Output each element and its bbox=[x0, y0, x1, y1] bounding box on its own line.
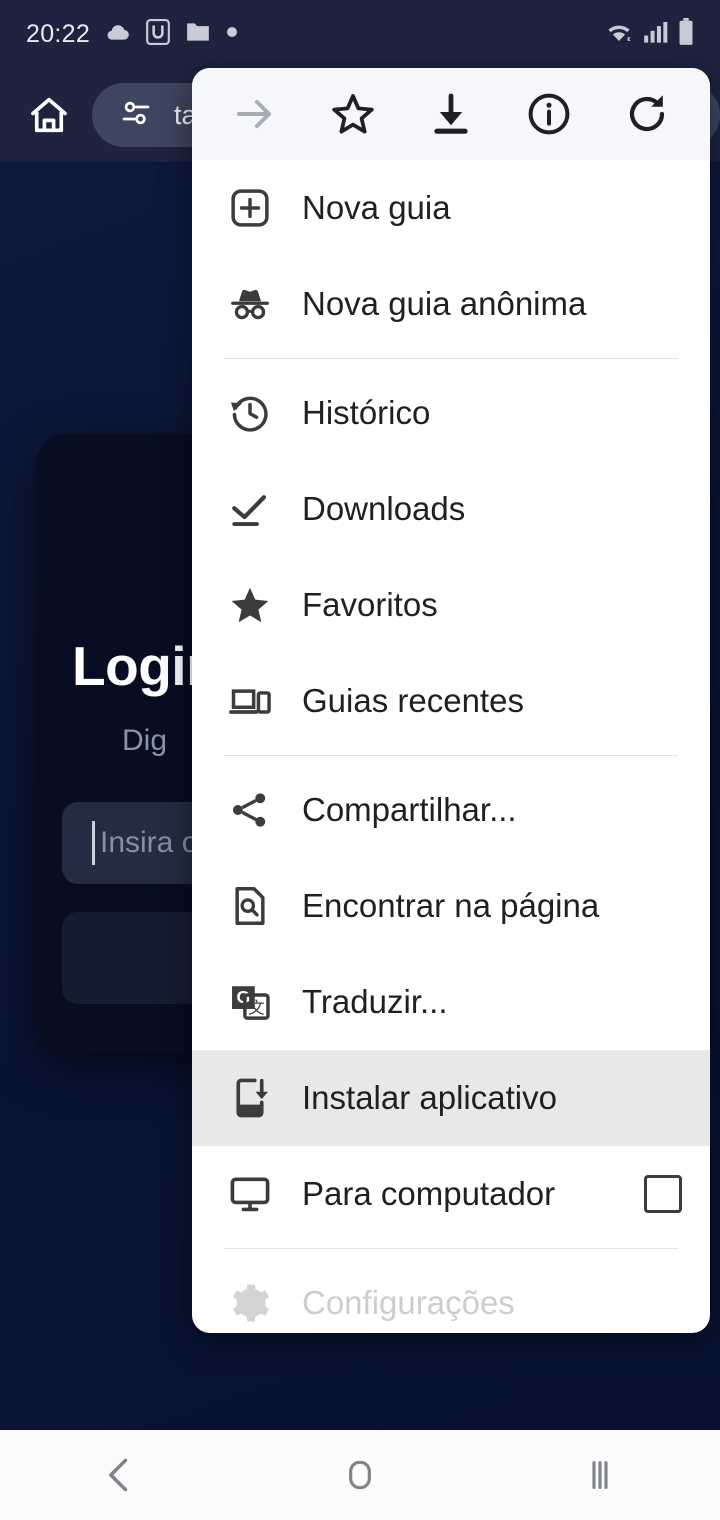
browser-menu-popup: Nova guia Nova guia anônima Histórico Do… bbox=[192, 68, 710, 1333]
signal-icon bbox=[643, 19, 669, 50]
history-icon bbox=[224, 391, 276, 435]
menu-item-label: Nova guia anônima bbox=[302, 285, 587, 322]
menu-item-label: Nova guia bbox=[302, 189, 451, 226]
menu-item-settings[interactable]: Configurações bbox=[192, 1255, 710, 1333]
desktop-site-checkbox[interactable] bbox=[644, 1175, 682, 1213]
nav-back-icon[interactable] bbox=[65, 1440, 175, 1510]
recent-tabs-icon bbox=[224, 679, 276, 723]
text-caret bbox=[92, 821, 95, 865]
menu-item-history[interactable]: Histórico bbox=[192, 365, 710, 461]
menu-item-downloads[interactable]: Downloads bbox=[192, 461, 710, 557]
star-outline-icon[interactable] bbox=[315, 76, 391, 152]
phone-screen: 20:22 ta Login Dig Insira o Nova guia No… bbox=[0, 0, 720, 1520]
status-bar-right bbox=[604, 17, 694, 51]
find-in-page-icon bbox=[224, 884, 276, 928]
menu-item-desktop-site[interactable]: Para computador bbox=[192, 1146, 710, 1242]
menu-item-label: Favoritos bbox=[302, 586, 438, 623]
cloud-icon bbox=[105, 19, 131, 50]
forward-arrow-icon[interactable] bbox=[217, 76, 293, 152]
menu-item-find-in-page[interactable]: Encontrar na página bbox=[192, 858, 710, 954]
desktop-icon bbox=[224, 1172, 276, 1216]
new-tab-icon bbox=[224, 186, 276, 230]
menu-item-label: Configurações bbox=[302, 1284, 515, 1321]
status-clock: 20:22 bbox=[26, 19, 91, 48]
install-app-icon bbox=[224, 1076, 276, 1120]
menu-item-translate[interactable]: G 文 Traduzir... bbox=[192, 954, 710, 1050]
login-input-placeholder: Insira o bbox=[100, 826, 199, 859]
menu-item-install-app[interactable]: Instalar aplicativo bbox=[192, 1050, 710, 1146]
svg-text:文: 文 bbox=[248, 998, 264, 1017]
menu-item-bookmarks[interactable]: Favoritos bbox=[192, 557, 710, 653]
menu-item-new-incognito-tab[interactable]: Nova guia anônima bbox=[192, 256, 710, 352]
info-circle-icon[interactable] bbox=[511, 76, 587, 152]
menu-divider bbox=[224, 755, 678, 756]
menu-item-label: Traduzir... bbox=[302, 983, 448, 1020]
page-settings-icon[interactable] bbox=[118, 95, 154, 136]
menu-item-label: Downloads bbox=[302, 490, 466, 527]
menu-item-label: Para computador bbox=[302, 1175, 556, 1212]
nav-recents-icon[interactable] bbox=[545, 1440, 655, 1510]
menu-item-new-tab[interactable]: Nova guia bbox=[192, 160, 710, 256]
battery-icon bbox=[678, 17, 694, 51]
downloads-icon bbox=[224, 487, 276, 531]
menu-divider bbox=[224, 1248, 678, 1249]
wifi-icon bbox=[604, 19, 634, 50]
incognito-icon bbox=[224, 282, 276, 326]
page-subtitle: Dig bbox=[122, 724, 168, 757]
status-bar-left: 20:22 bbox=[26, 18, 238, 50]
folder-icon bbox=[185, 20, 211, 49]
menu-item-label: Encontrar na página bbox=[302, 887, 600, 924]
menu-item-label: Compartilhar... bbox=[302, 791, 517, 828]
menu-divider bbox=[224, 358, 678, 359]
menu-item-recent-tabs[interactable]: Guias recentes bbox=[192, 653, 710, 749]
settings-gear-icon bbox=[224, 1281, 276, 1325]
dot-icon bbox=[226, 25, 238, 43]
share-icon bbox=[224, 788, 276, 832]
download-icon[interactable] bbox=[413, 76, 489, 152]
home-icon[interactable] bbox=[20, 86, 78, 144]
menu-header-toolbar bbox=[192, 68, 710, 160]
menu-item-label: Histórico bbox=[302, 394, 431, 431]
status-bar: 20:22 bbox=[0, 0, 720, 68]
star-filled-icon bbox=[224, 583, 276, 627]
nav-home-icon[interactable] bbox=[305, 1440, 415, 1510]
android-navigation-bar bbox=[0, 1430, 720, 1520]
reload-icon[interactable] bbox=[609, 76, 685, 152]
translate-icon: G 文 bbox=[224, 980, 276, 1024]
u-app-icon bbox=[146, 18, 170, 50]
menu-item-share[interactable]: Compartilhar... bbox=[192, 762, 710, 858]
menu-item-label: Instalar aplicativo bbox=[302, 1079, 557, 1116]
menu-item-label: Guias recentes bbox=[302, 682, 524, 719]
